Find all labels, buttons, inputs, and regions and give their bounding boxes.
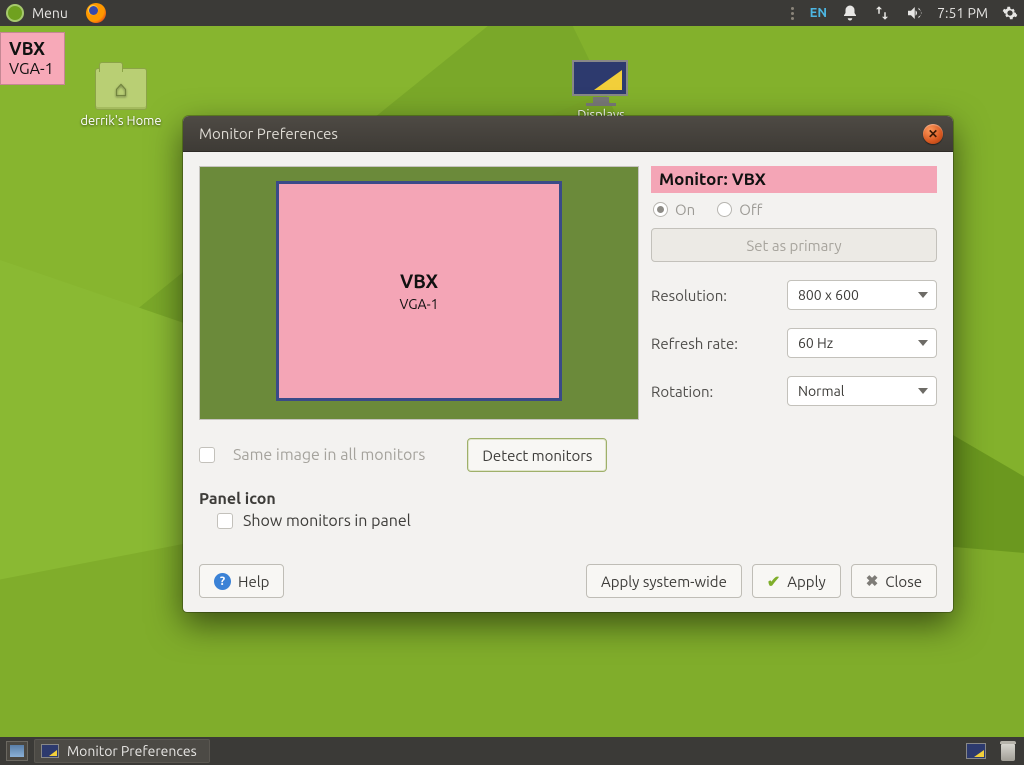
- close-button-label: Close: [885, 573, 922, 590]
- settings-gear-icon[interactable]: [1002, 5, 1018, 21]
- show-monitors-panel-checkbox[interactable]: [217, 513, 233, 529]
- help-button[interactable]: ? Help: [199, 564, 284, 598]
- preview-monitor-name: VBX: [400, 270, 438, 292]
- panel-icon-section-title: Panel icon: [199, 490, 937, 508]
- menu-button[interactable]: Menu: [32, 5, 68, 21]
- desktop-icon-home-label: derrik's Home: [76, 114, 166, 128]
- overlay-monitor-connector: VGA-1: [9, 60, 54, 78]
- resolution-dropdown[interactable]: 800 x 600: [787, 280, 937, 310]
- clock[interactable]: 7:51 PM: [937, 5, 988, 21]
- network-icon[interactable]: [873, 4, 891, 22]
- close-icon: ✖: [866, 572, 879, 590]
- taskbar-window-button[interactable]: Monitor Preferences: [34, 739, 210, 763]
- window-title: Monitor Preferences: [199, 125, 338, 142]
- notifications-icon[interactable]: [841, 4, 859, 22]
- top-panel: Menu EN 7:51 PM: [0, 0, 1024, 26]
- chevron-down-icon: [918, 388, 928, 394]
- rotation-dropdown[interactable]: Normal: [787, 376, 937, 406]
- show-monitors-panel-label: Show monitors in panel: [243, 512, 411, 530]
- panel-separator-icon: [789, 7, 796, 20]
- taskbar-window-title: Monitor Preferences: [67, 743, 197, 759]
- desktop-icon-displays[interactable]: Displays: [556, 60, 646, 122]
- window-close-button[interactable]: ✕: [923, 124, 943, 144]
- check-icon: ✔: [767, 572, 780, 591]
- rotation-value: Normal: [798, 383, 844, 399]
- overlay-monitor-name: VBX: [9, 39, 45, 59]
- refresh-rate-label: Refresh rate:: [651, 335, 787, 352]
- desktop-icon-home[interactable]: ⌂ derrik's Home: [76, 68, 166, 128]
- chevron-down-icon: [918, 292, 928, 298]
- resolution-value: 800 x 600: [798, 287, 859, 303]
- help-icon: ?: [214, 573, 231, 590]
- rotation-label: Rotation:: [651, 383, 787, 400]
- apply-button-label: Apply: [787, 573, 825, 590]
- monitor-preferences-window: Monitor Preferences ✕ VBX VGA-1 Monitor:…: [183, 116, 953, 612]
- chevron-down-icon: [918, 340, 928, 346]
- set-as-primary-button[interactable]: Set as primary: [651, 228, 937, 262]
- keyboard-layout-indicator[interactable]: EN: [810, 6, 827, 20]
- refresh-rate-value: 60 Hz: [798, 335, 833, 351]
- volume-icon[interactable]: [905, 4, 923, 22]
- apply-system-wide-button[interactable]: Apply system-wide: [586, 564, 742, 598]
- close-button[interactable]: ✖ Close: [851, 564, 937, 598]
- monitor-on-radio[interactable]: [653, 202, 668, 217]
- apply-button[interactable]: ✔ Apply: [752, 564, 841, 598]
- monitor-off-radio[interactable]: [717, 202, 732, 217]
- distro-logo-icon[interactable]: [6, 4, 24, 22]
- taskbar-window-icon: [41, 744, 59, 758]
- monitor-overlay-label: VBX VGA-1: [0, 32, 65, 85]
- bottom-panel: Monitor Preferences: [0, 737, 1024, 765]
- resolution-label: Resolution:: [651, 287, 787, 304]
- firefox-launcher-icon[interactable]: [86, 3, 106, 23]
- preview-monitor-vbx[interactable]: VBX VGA-1: [276, 181, 562, 401]
- preview-monitor-connector: VGA-1: [399, 296, 438, 312]
- folder-home-icon: ⌂: [95, 68, 147, 110]
- window-titlebar[interactable]: Monitor Preferences ✕: [183, 116, 953, 152]
- refresh-rate-dropdown[interactable]: 60 Hz: [787, 328, 937, 358]
- monitor-off-label: Off: [739, 201, 762, 218]
- same-image-label: Same image in all monitors: [233, 446, 425, 464]
- trash-icon[interactable]: [1000, 741, 1016, 761]
- monitor-layout-preview[interactable]: VBX VGA-1: [199, 166, 639, 420]
- tray-displays-icon[interactable]: [966, 743, 986, 759]
- help-button-label: Help: [238, 573, 269, 590]
- selected-monitor-header: Monitor: VBX: [651, 166, 937, 193]
- detect-monitors-button[interactable]: Detect monitors: [467, 438, 607, 472]
- displays-icon: [572, 60, 630, 104]
- monitor-on-label: On: [675, 201, 695, 218]
- show-desktop-button[interactable]: [6, 741, 28, 761]
- same-image-checkbox[interactable]: [199, 447, 215, 463]
